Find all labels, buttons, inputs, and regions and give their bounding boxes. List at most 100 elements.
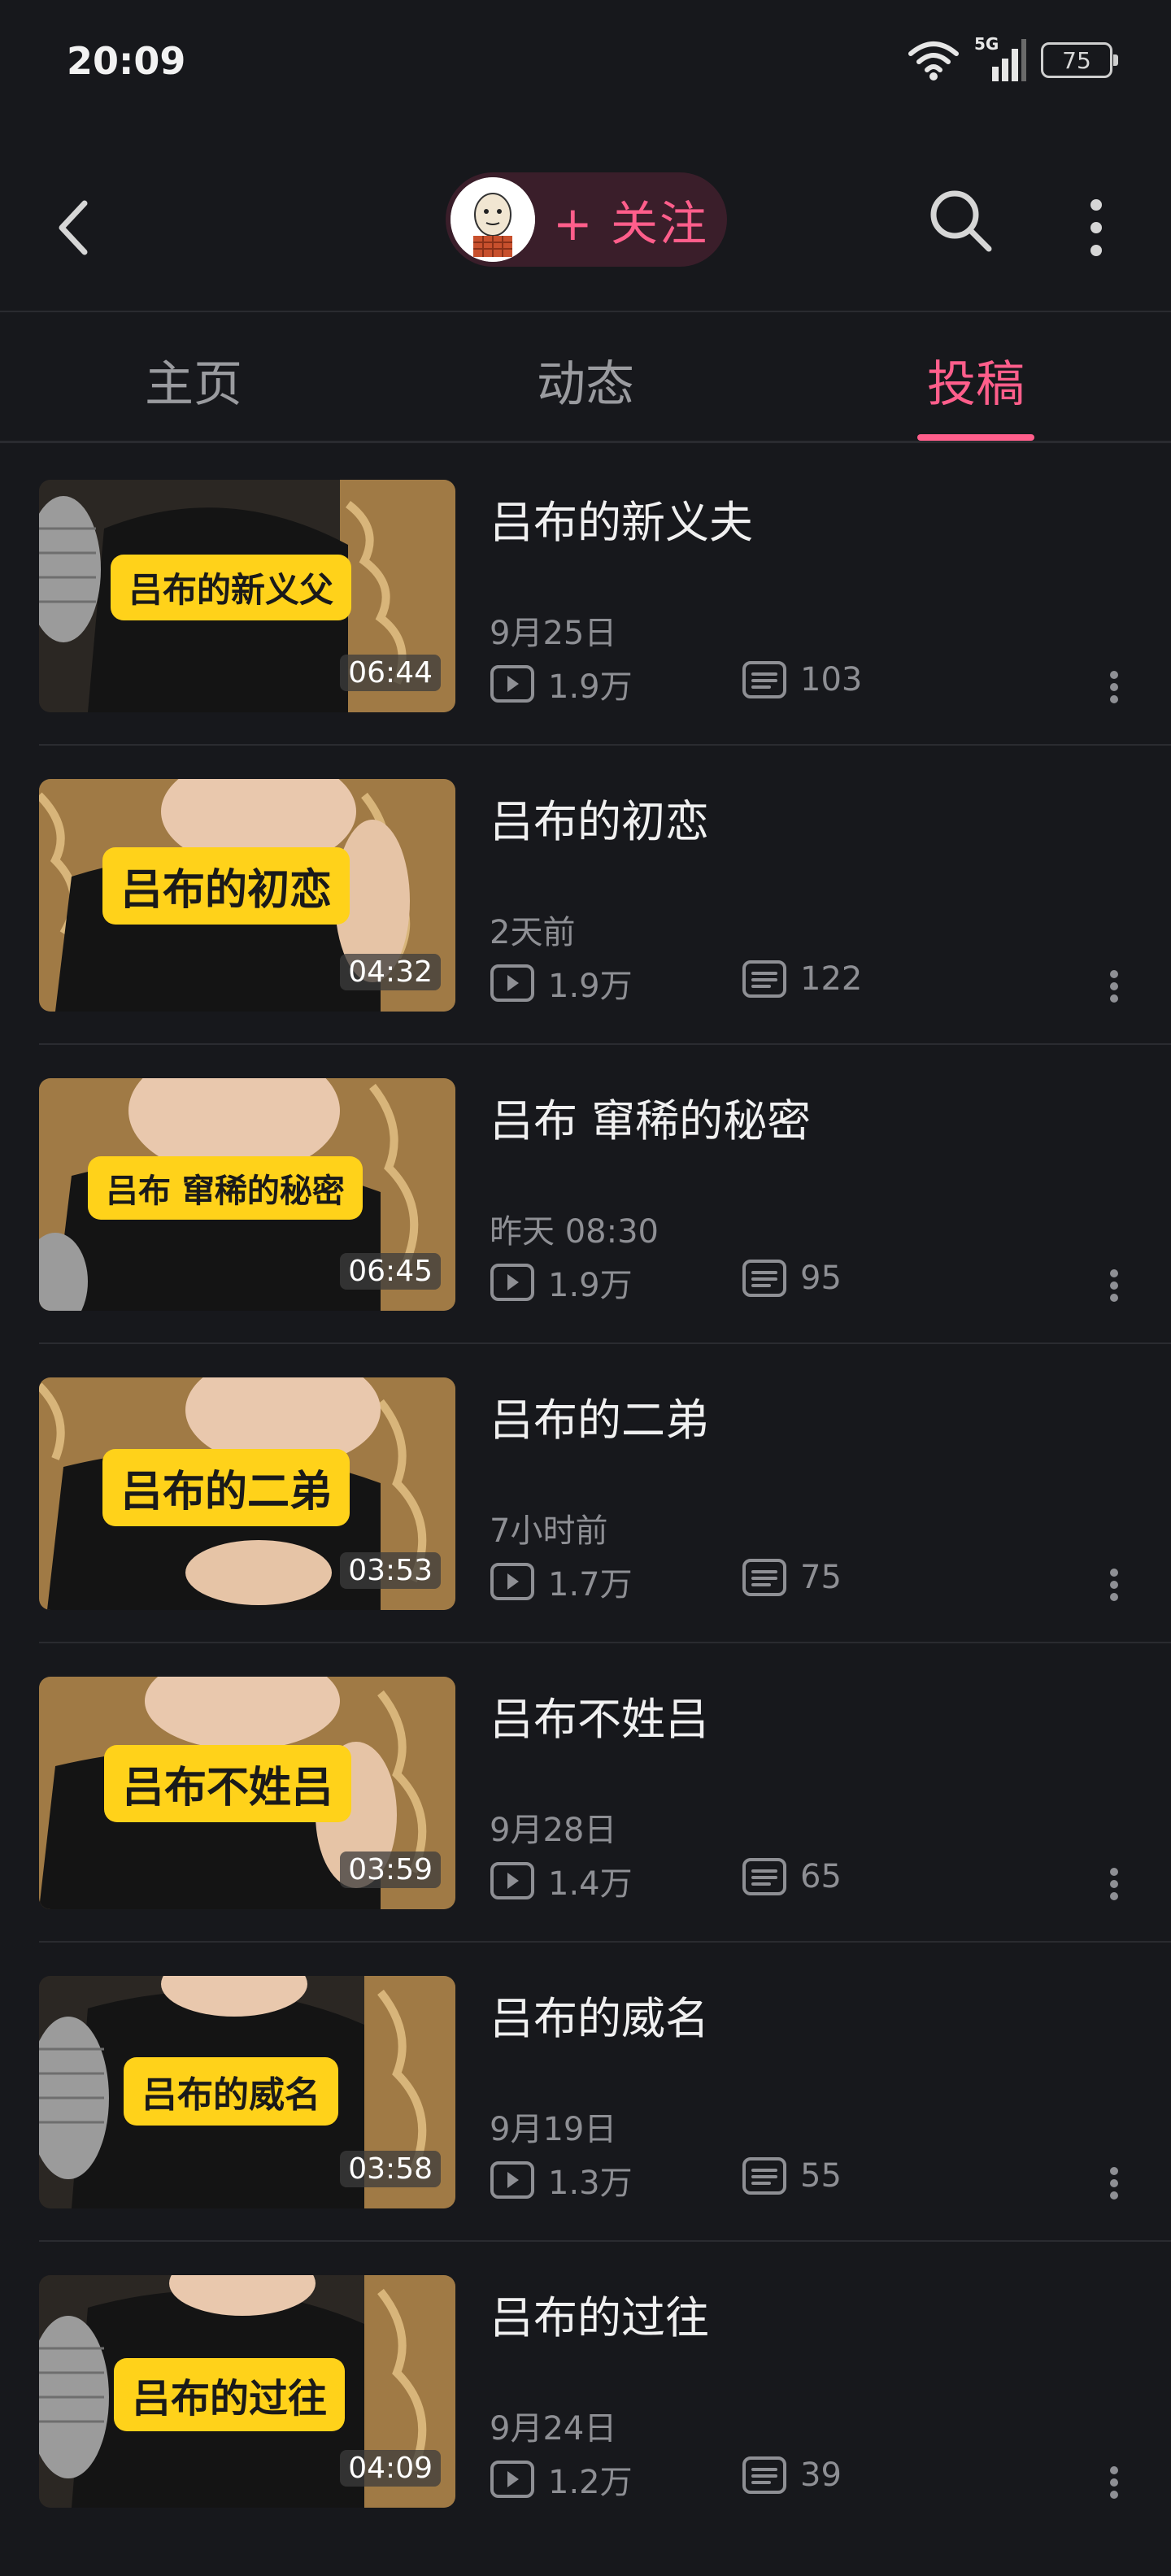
follow-button[interactable]: + 关注 [446, 172, 727, 267]
video-date: 9月25日 [490, 615, 617, 652]
video-thumbnail[interactable]: 吕布的初恋 04:32 [39, 779, 455, 1012]
thumbnail-caption: 吕布的新义父 [111, 555, 352, 620]
more-vertical-icon[interactable] [1098, 1265, 1130, 1330]
tab-activity[interactable]: 动态 [488, 345, 683, 418]
wifi-icon [908, 41, 959, 80]
thumbnail-caption: 吕布的初恋 [102, 847, 350, 925]
view-count: 1.3万 [490, 2156, 633, 2204]
comment-count: 122 [742, 959, 862, 999]
battery-level: 75 [1062, 46, 1091, 74]
comment-icon [742, 1858, 786, 1895]
tab-home[interactable]: 主页 [96, 345, 291, 418]
video-duration: 03:59 [340, 1852, 441, 1888]
thumbnail-caption: 吕布的二弟 [102, 1449, 350, 1526]
view-count-value: 1.9万 [548, 668, 633, 706]
view-count-value: 1.9万 [548, 968, 633, 1005]
comment-count-value: 55 [800, 2157, 842, 2195]
tabs-divider [0, 441, 1171, 443]
status-icons: 5G 75 [908, 34, 1118, 83]
thumbnail-caption: 吕布的威名 [124, 2057, 338, 2126]
search-icon [930, 190, 992, 252]
video-date: 7小时前 [490, 1512, 608, 1550]
thumbnail-caption: 吕布的过往 [114, 2358, 346, 2431]
comment-count-value: 75 [800, 1559, 842, 1596]
video-date: 9月28日 [490, 1812, 617, 1849]
profile-tabs: 主页 动态 投稿 [0, 312, 1171, 442]
video-list-item[interactable]: 吕布的初恋 04:32 吕布的初恋 2天前 1.9万 122 [0, 744, 1171, 1044]
cellular-signal-icon: 5G [974, 34, 1026, 83]
more-vertical-icon[interactable] [1098, 1564, 1130, 1630]
play-count-icon [490, 665, 534, 703]
comment-icon [742, 2157, 786, 2195]
battery-indicator: 75 [1041, 42, 1118, 78]
view-count: 1.2万 [490, 2456, 633, 2503]
comment-count-value: 103 [800, 661, 863, 698]
play-count-icon [490, 2461, 534, 2498]
video-thumbnail[interactable]: 吕布的过往 04:09 [39, 2275, 455, 2508]
comment-icon [742, 1260, 786, 1297]
more-vertical-icon [1090, 199, 1102, 256]
video-date: 9月24日 [490, 2410, 617, 2448]
video-title[interactable]: 吕布的过往 [490, 2282, 709, 2346]
more-vertical-icon[interactable] [1098, 667, 1130, 732]
video-list-item[interactable]: 吕布 窜稀的秘密 06:45 吕布 窜稀的秘密 昨天 08:30 1.9万 95 [0, 1043, 1171, 1343]
more-vertical-icon[interactable] [1098, 2163, 1130, 2228]
comment-count: 103 [742, 660, 862, 699]
view-count: 1.9万 [490, 1259, 633, 1306]
view-count: 1.9万 [490, 660, 633, 707]
back-button[interactable] [46, 187, 102, 268]
comment-count: 95 [742, 1259, 842, 1298]
search-button[interactable] [924, 184, 997, 257]
more-options-button[interactable] [1073, 187, 1119, 268]
video-date: 9月19日 [490, 2111, 617, 2148]
video-list-item[interactable]: 吕布的威名 03:58 吕布的威名 9月19日 1.3万 55 [0, 1941, 1171, 2241]
video-title[interactable]: 吕布的威名 [490, 1982, 709, 2047]
play-count-icon [490, 1563, 534, 1600]
active-tab-indicator [917, 434, 1034, 441]
comment-count-value: 65 [800, 1858, 842, 1895]
video-list-item[interactable]: 吕布的二弟 03:53 吕布的二弟 7小时前 1.7万 75 [0, 1342, 1171, 1643]
video-duration: 06:44 [340, 655, 441, 691]
tab-uploads[interactable]: 投稿 [878, 345, 1073, 418]
video-list-item[interactable]: 吕布的新义父 06:44 吕布的新义夫 9月25日 1.9万 103 [0, 446, 1171, 745]
video-list-item[interactable]: 吕布不姓吕 03:59 吕布不姓吕 9月28日 1.4万 65 [0, 1642, 1171, 1942]
video-title[interactable]: 吕布的新义夫 [490, 486, 753, 550]
comment-count: 75 [742, 1558, 842, 1597]
video-thumbnail[interactable]: 吕布的新义父 06:44 [39, 480, 455, 712]
video-thumbnail[interactable]: 吕布的威名 03:58 [39, 1976, 455, 2208]
more-vertical-icon[interactable] [1098, 2462, 1130, 2527]
video-duration: 03:53 [340, 1552, 441, 1589]
view-count-value: 1.3万 [548, 2165, 633, 2202]
comment-count-value: 39 [800, 2456, 842, 2494]
video-duration: 04:32 [340, 954, 441, 990]
comment-icon [742, 1559, 786, 1596]
follow-label: + 关注 [553, 196, 709, 251]
video-title[interactable]: 吕布 窜稀的秘密 [490, 1085, 811, 1149]
more-vertical-icon[interactable] [1098, 966, 1130, 1031]
video-thumbnail[interactable]: 吕布 窜稀的秘密 06:45 [39, 1078, 455, 1311]
play-count-icon [490, 1862, 534, 1899]
video-duration: 03:58 [340, 2151, 441, 2187]
more-vertical-icon[interactable] [1098, 1864, 1130, 1929]
back-arrow-icon [59, 200, 88, 255]
play-count-icon [490, 964, 534, 1002]
video-thumbnail[interactable]: 吕布不姓吕 03:59 [39, 1677, 455, 1909]
view-count: 1.4万 [490, 1857, 633, 1904]
view-count-value: 1.9万 [548, 1267, 633, 1304]
video-duration: 06:45 [340, 1253, 441, 1290]
video-list-item[interactable]: 吕布的过往 04:09 吕布的过往 9月24日 1.2万 39 [0, 2240, 1171, 2540]
video-title[interactable]: 吕布不姓吕 [490, 1683, 709, 1747]
video-thumbnail[interactable]: 吕布的二弟 03:53 [39, 1377, 455, 1610]
comment-count-value: 95 [800, 1260, 842, 1297]
video-title[interactable]: 吕布的初恋 [490, 785, 709, 850]
view-count-value: 1.4万 [548, 1865, 633, 1903]
video-date: 2天前 [490, 914, 576, 951]
video-title[interactable]: 吕布的二弟 [490, 1384, 709, 1448]
avatar[interactable] [451, 177, 535, 262]
video-date: 昨天 08:30 [490, 1213, 659, 1251]
comment-icon [742, 2456, 786, 2494]
comment-count-value: 122 [800, 960, 863, 998]
status-time: 20:09 [67, 39, 186, 83]
comment-count: 39 [742, 2456, 842, 2495]
view-count: 1.7万 [490, 1558, 633, 1605]
